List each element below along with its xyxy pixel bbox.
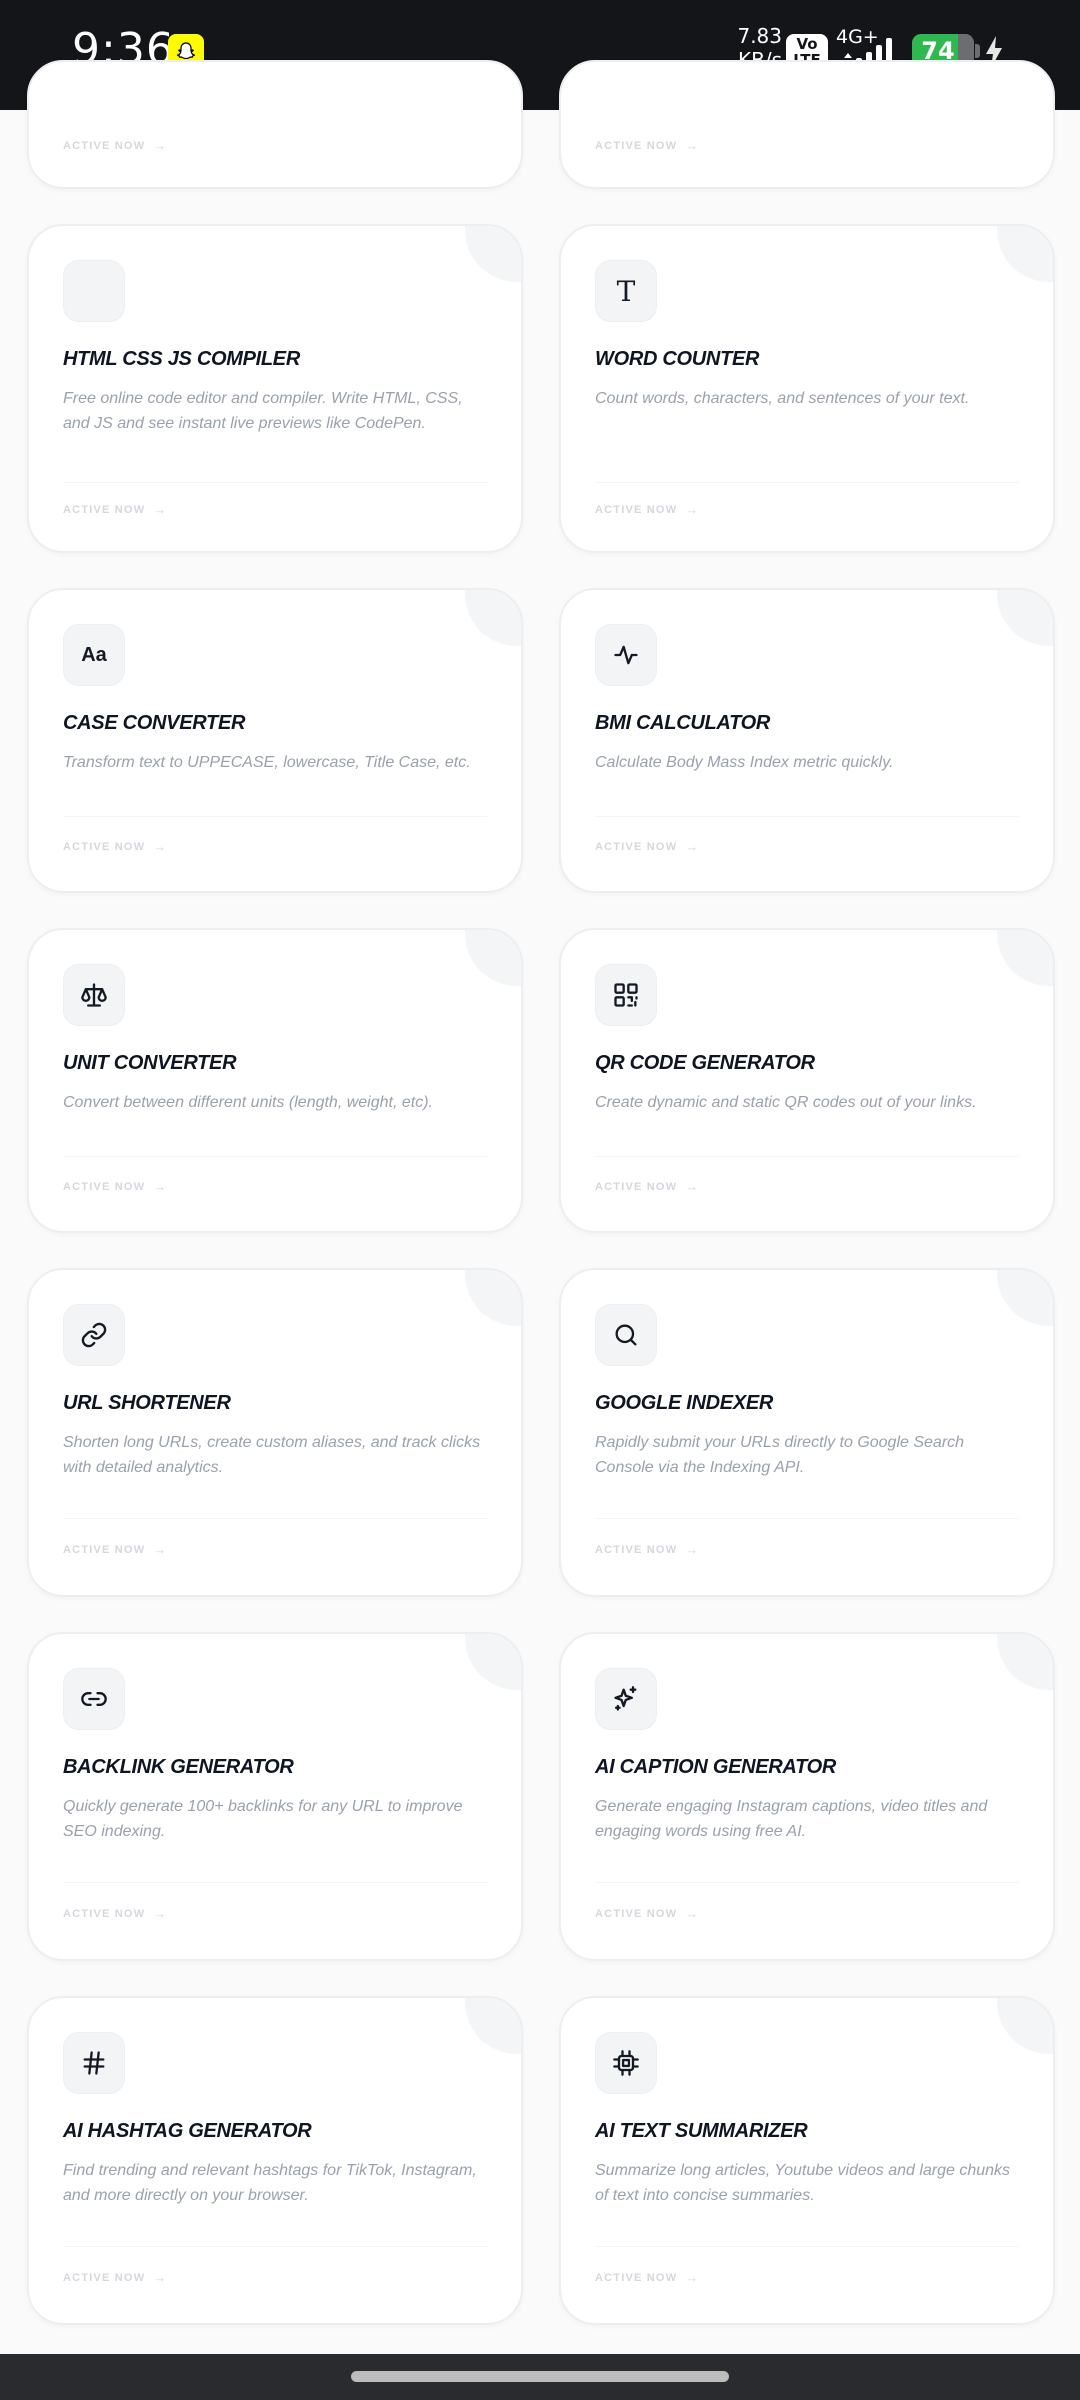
card-title: UNIT CONVERTER: [63, 1052, 237, 1074]
arrow-right-icon: →: [153, 839, 168, 854]
hashtag-icon: [63, 2032, 125, 2094]
arrow-right-icon: →: [153, 1542, 168, 1557]
card-description: Transform text to UPPECASE, lowercase, T…: [63, 754, 471, 771]
home-gesture-handle[interactable]: [351, 2371, 729, 2382]
card-description: Shorten long URLs, create custom aliases…: [63, 1434, 481, 1476]
tool-card-bmi-calculator[interactable]: BMI CALCULATOR Calculate Body Mass Index…: [559, 588, 1055, 893]
active-now-link[interactable]: ACTIVE NOW →: [63, 1906, 167, 1921]
arrow-right-icon: →: [153, 1179, 168, 1194]
tool-card-html-css-js-compiler[interactable]: HTML CSS JS COMPILER Free online code ed…: [27, 224, 523, 553]
card-description: Generate engaging Instagram captions, vi…: [595, 1798, 988, 1840]
active-now-link[interactable]: ACTIVE NOW →: [63, 2270, 167, 2285]
active-now-link[interactable]: ACTIVE NOW →: [595, 138, 699, 153]
activity-pulse-icon: [595, 624, 657, 686]
arrow-right-icon: →: [153, 2270, 168, 2285]
tool-card-backlink-generator[interactable]: BACKLINK GENERATOR Quickly generate 100+…: [27, 1632, 523, 1961]
active-now-link[interactable]: ACTIVE NOW →: [595, 2270, 699, 2285]
tool-card-case-converter[interactable]: Aa CASE CONVERTER Transform text to UPPE…: [27, 588, 523, 893]
active-now-link[interactable]: ACTIVE NOW →: [63, 502, 167, 517]
tool-card-unit-converter[interactable]: UNIT CONVERTER Convert between different…: [27, 928, 523, 1233]
tool-card-qr-code-generator[interactable]: QR CODE GENERATOR Create dynamic and sta…: [559, 928, 1055, 1233]
tool-card-partial-left[interactable]: ACTIVE NOW →: [27, 60, 523, 189]
tool-card-google-indexer[interactable]: GOOGLE INDEXER Rapidly submit your URLs …: [559, 1268, 1055, 1597]
link-2-icon: [63, 1668, 125, 1730]
active-now-link[interactable]: ACTIVE NOW →: [595, 1542, 699, 1557]
active-now-link[interactable]: ACTIVE NOW →: [595, 502, 699, 517]
card-description: Count words, characters, and sentences o…: [595, 390, 970, 407]
card-description: Rapidly submit your URLs directly to Goo…: [595, 1434, 965, 1476]
card-description: Quickly generate 100+ backlinks for any …: [63, 1798, 463, 1840]
tool-card-word-counter[interactable]: T WORD COUNTER Count words, characters, …: [559, 224, 1055, 553]
card-title: QR CODE GENERATOR: [595, 1052, 815, 1074]
card-title: BMI CALCULATOR: [595, 712, 771, 734]
active-now-link[interactable]: ACTIVE NOW →: [595, 1179, 699, 1194]
card-title: WORD COUNTER: [595, 348, 760, 370]
tool-card-partial-right[interactable]: ACTIVE NOW →: [559, 60, 1055, 189]
active-now-link[interactable]: ACTIVE NOW →: [63, 138, 167, 153]
active-now-link[interactable]: ACTIVE NOW →: [595, 1906, 699, 1921]
card-description: Calculate Body Mass Index metric quickly…: [595, 754, 894, 771]
arrow-right-icon: →: [685, 839, 700, 854]
case-aa-icon: Aa: [63, 624, 125, 686]
card-description: Find trending and relevant hashtags for …: [63, 2162, 477, 2204]
arrow-right-icon: →: [685, 1906, 700, 1921]
card-title: AI TEXT SUMMARIZER: [595, 2120, 808, 2142]
link-icon: [63, 1304, 125, 1366]
active-now-link[interactable]: ACTIVE NOW →: [595, 839, 699, 854]
arrow-right-icon: →: [153, 138, 168, 153]
system-navigation-bar: [0, 2354, 1080, 2400]
qr-code-icon: [595, 964, 657, 1026]
arrow-right-icon: →: [685, 2270, 700, 2285]
tool-card-ai-caption-generator[interactable]: AI CAPTION GENERATOR Generate engaging I…: [559, 1632, 1055, 1961]
card-title: URL SHORTENER: [63, 1392, 231, 1414]
card-title: AI CAPTION GENERATOR: [595, 1756, 837, 1778]
arrow-right-icon: →: [685, 1179, 700, 1194]
tool-card-ai-hashtag-generator[interactable]: AI HASHTAG GENERATOR Find trending and r…: [27, 1996, 523, 2325]
card-title: CASE CONVERTER: [63, 712, 246, 734]
card-title: AI HASHTAG GENERATOR: [63, 2120, 312, 2142]
text-type-icon: T: [595, 260, 657, 322]
card-description: Free online code editor and compiler. Wr…: [63, 390, 463, 432]
search-icon: [595, 1304, 657, 1366]
card-description: Summarize long articles, Youtube videos …: [595, 2162, 1011, 2204]
card-title: HTML CSS JS COMPILER: [63, 348, 300, 370]
arrow-right-icon: →: [153, 502, 168, 517]
arrow-right-icon: →: [685, 1542, 700, 1557]
active-now-link[interactable]: ACTIVE NOW →: [63, 839, 167, 854]
arrow-right-icon: →: [153, 1906, 168, 1921]
card-title: BACKLINK GENERATOR: [63, 1756, 294, 1778]
card-description: Convert between different units (length,…: [63, 1094, 433, 1111]
card-description: Create dynamic and static QR codes out o…: [595, 1094, 977, 1111]
active-now-link[interactable]: ACTIVE NOW →: [63, 1542, 167, 1557]
scale-icon: [63, 964, 125, 1026]
active-now-link[interactable]: ACTIVE NOW →: [63, 1179, 167, 1194]
sparkles-icon: [595, 1668, 657, 1730]
tool-card-ai-text-summarizer[interactable]: AI TEXT SUMMARIZER Summarize long articl…: [559, 1996, 1055, 2325]
cpu-chip-icon: [595, 2032, 657, 2094]
blank-icon: [63, 260, 125, 322]
card-title: GOOGLE INDEXER: [595, 1392, 774, 1414]
arrow-right-icon: →: [685, 502, 700, 517]
tool-card-url-shortener[interactable]: URL SHORTENER Shorten long URLs, create …: [27, 1268, 523, 1597]
arrow-right-icon: →: [685, 138, 700, 153]
